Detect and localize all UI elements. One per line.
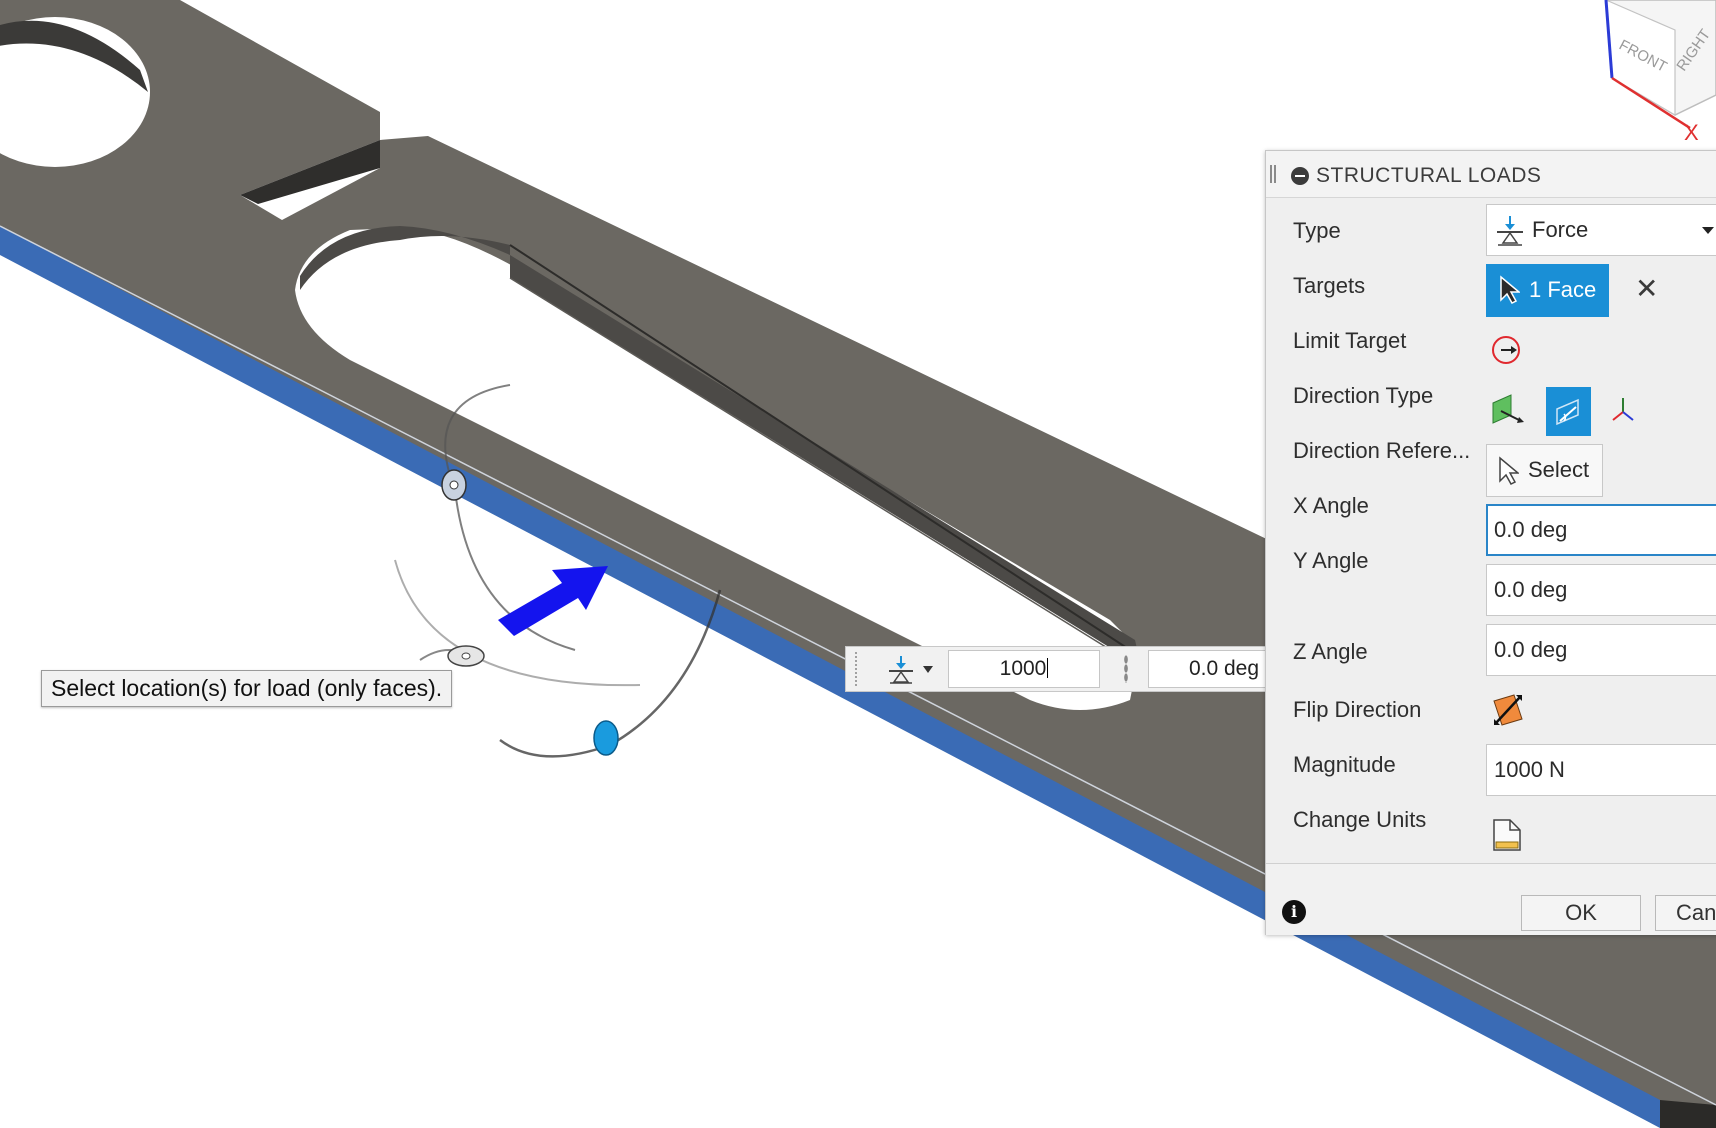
chevron-down-icon[interactable] [923,666,933,673]
magnitude-label: Magnitude [1293,752,1396,777]
cursor-arrow-icon [1500,275,1520,304]
hud-separator-dots [1124,655,1128,683]
rotation-handle-center [449,480,459,490]
x-angle-input[interactable]: 0.0 deg [1486,504,1716,556]
view-cube-axis-x: X [1684,120,1699,145]
hud-drag-handle[interactable] [854,651,858,687]
dialog-footer: i OK Can [1266,863,1716,935]
custom-direction-button[interactable] [1546,387,1591,436]
hud-magnitude-input[interactable]: 1000 [948,650,1100,688]
rotation-handle-active[interactable] [593,720,619,756]
flip-direction-label: Flip Direction [1293,697,1422,722]
limit-target-icon[interactable] [1491,334,1523,366]
clear-targets-icon[interactable]: ✕ [1635,275,1658,303]
type-value: Force [1532,217,1589,242]
direction-reference-select-button[interactable]: Select [1486,444,1603,497]
targets-value: 1 Face [1529,277,1597,302]
normal-direction-icon[interactable] [1491,393,1525,425]
chevron-down-icon [1702,227,1714,234]
cancel-button[interactable]: Can [1655,895,1716,931]
hud-magnitude-value: 1000 [999,657,1047,680]
targets-select-button[interactable]: 1 Face [1486,264,1609,317]
rotation-handle-center [461,652,471,660]
collapse-icon[interactable] [1291,167,1309,185]
direction-reference-label: Direction Refere... [1293,438,1471,463]
limit-target-label: Limit Target [1293,328,1407,353]
force-type-icon[interactable] [886,655,916,685]
flip-direction-icon[interactable] [1492,693,1524,727]
select-button-label: Select [1528,457,1590,482]
selection-hint-tooltip: Select location(s) for load (only faces)… [41,670,453,707]
magnitude-input[interactable]: 1000 N [1486,744,1716,796]
force-icon [1497,216,1523,246]
force-arrow[interactable] [498,566,608,636]
z-angle-label: Z Angle [1293,639,1368,664]
text-caret [1047,658,1049,678]
view-cube[interactable]: FRONT RIGHT X [1604,0,1716,145]
dialog-title: STRUCTURAL LOADS [1316,164,1542,187]
targets-label: Targets [1293,273,1366,298]
change-units-icon[interactable] [1492,818,1522,852]
y-angle-input[interactable]: 0.0 deg [1486,564,1716,616]
load-hud: 1000 0.0 deg [845,646,1300,692]
y-angle-label: Y Angle [1293,548,1369,573]
type-label: Type [1293,218,1341,243]
axes-direction-icon[interactable] [1609,394,1637,424]
structural-loads-dialog: STRUCTURAL LOADS Type Force Targets 1 Fa… [1265,150,1716,935]
direction-type-label: Direction Type [1293,383,1434,408]
angle-direction-icon [1556,398,1579,426]
info-icon[interactable]: i [1282,900,1306,924]
type-dropdown[interactable]: Force [1486,204,1716,256]
cursor-arrow-icon [1499,456,1519,485]
hud-angle-value: 0.0 deg [1188,657,1260,680]
dialog-header[interactable]: STRUCTURAL LOADS [1266,151,1716,198]
dialog-grip[interactable] [1270,165,1276,183]
ok-button[interactable]: OK [1521,895,1641,931]
change-units-label: Change Units [1293,807,1427,832]
x-angle-label: X Angle [1293,493,1369,518]
z-angle-input[interactable]: 0.0 deg [1486,624,1716,676]
